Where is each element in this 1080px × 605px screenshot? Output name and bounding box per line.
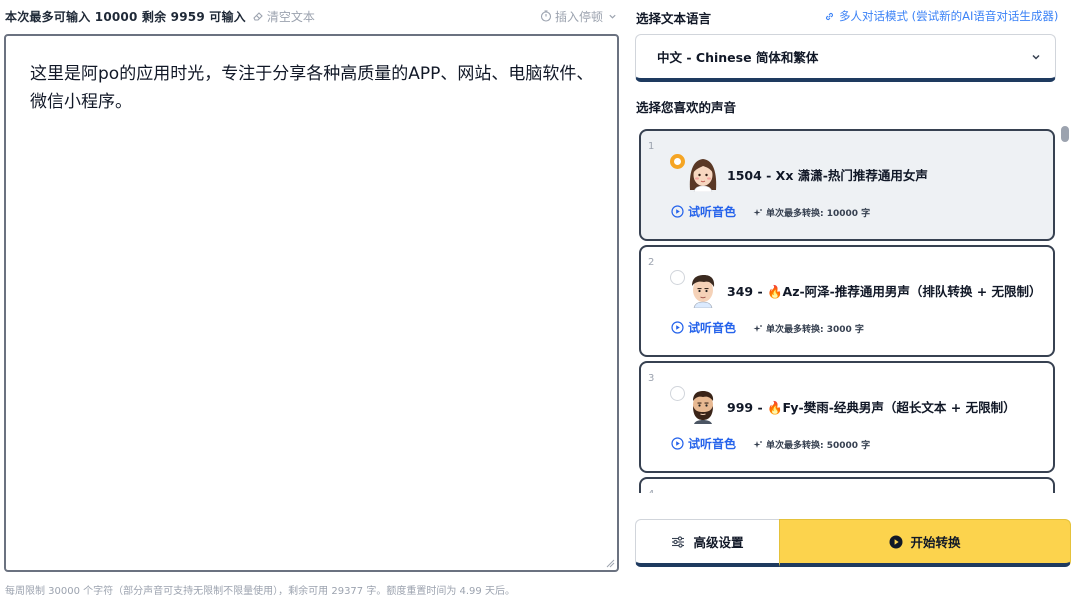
voice-name: 349 - 🔥Az-阿泽-推荐通用男声（排队转换 + 无限制）: [727, 284, 1042, 299]
voice-card[interactable]: 4: [639, 477, 1055, 493]
text-input-area[interactable]: 这里是阿po的应用时光，专注于分享各种高质量的APP、网站、电脑软件、微信小程序…: [4, 34, 619, 572]
max-conversion-info: 单次最多转换: 3000 字: [753, 322, 864, 335]
play-circle-icon: [889, 535, 903, 548]
resize-handle-icon[interactable]: [605, 558, 615, 568]
preview-voice-button[interactable]: 试听音色: [671, 203, 736, 220]
max-conversion-text: 单次最多转换: 3000 字: [766, 325, 864, 335]
sparkle-icon: [753, 208, 762, 216]
language-selected-value: 中文 - Chinese 简体和繁体: [657, 50, 819, 65]
voice-radio[interactable]: [670, 386, 685, 401]
voice-index: 2: [648, 257, 655, 268]
timer-icon: [540, 10, 552, 22]
voice-card[interactable]: 2 349 - 🔥Az-阿泽-推荐通用男声（排队转换 + 无限制） 试听音色 单…: [639, 245, 1055, 357]
sliders-icon: [672, 535, 685, 548]
start-conversion-label: 开始转换: [910, 535, 961, 550]
chevron-down-icon: [1032, 54, 1040, 60]
preview-voice-label: 试听音色: [688, 437, 737, 451]
preview-voice-label: 试听音色: [688, 205, 737, 219]
voice-index: 1: [648, 141, 655, 152]
char-limit-text: 本次最多可输入 10000 剩余 9959 可输入: [5, 9, 246, 24]
max-conversion-text: 单次最多转换: 10000 字: [766, 209, 871, 219]
input-text[interactable]: 这里是阿po的应用时光，专注于分享各种高质量的APP、网站、电脑软件、微信小程序…: [30, 60, 600, 116]
play-circle-icon: [671, 321, 684, 334]
voice-name: 999 - 🔥Fy-樊雨-经典男声（超长文本 + 无限制）: [727, 400, 1016, 415]
voice-card[interactable]: 3 999 - 🔥Fy-樊雨-经典男声（超长文本 + 无限制） 试听音色 单次最…: [639, 361, 1055, 473]
voice-list[interactable]: 1 1504 - Xx 潇潇-热门推荐通用女声 试听音色 单次最多转换: 100…: [636, 124, 1072, 493]
language-select[interactable]: 中文 - Chinese 简体和繁体: [635, 34, 1056, 82]
chevron-down-icon: [609, 14, 616, 19]
insert-pause-dropdown[interactable]: 插入停顿: [540, 8, 617, 25]
link-icon: [825, 12, 834, 20]
play-circle-icon: [671, 437, 684, 450]
voice-index: 4: [648, 489, 654, 493]
bearded-male-avatar-icon: [693, 391, 714, 424]
advanced-settings-button[interactable]: 高级设置: [635, 519, 780, 567]
preview-voice-label: 试听音色: [688, 321, 737, 335]
advanced-settings-label: 高级设置: [693, 535, 744, 550]
voice-list-scrollbar[interactable]: [1061, 126, 1069, 142]
eraser-icon: [253, 12, 263, 21]
input-header: 本次最多可输入 10000 剩余 9959 可输入 清空文本 插入停顿: [5, 6, 617, 26]
preview-voice-button[interactable]: 试听音色: [671, 435, 736, 452]
voice-name: 1504 - Xx 潇潇-热门推荐通用女声: [727, 168, 928, 183]
sparkle-icon: [753, 324, 762, 332]
play-circle-icon: [671, 205, 684, 218]
male-avatar-icon: [692, 275, 715, 308]
multi-speaker-label: 多人对话模式 (尝试新的AI语音对话生成器): [839, 9, 1059, 23]
quota-footnote: 每周限制 30000 个字符（部分声音可支持无限制不限量使用），剩余可用 293…: [5, 586, 515, 597]
clear-text-button[interactable]: 清空文本: [252, 8, 315, 25]
voice-radio[interactable]: [670, 270, 685, 285]
start-conversion-button[interactable]: 开始转换: [779, 519, 1071, 567]
voice-title: 选择您喜欢的声音: [636, 100, 737, 115]
preview-voice-button[interactable]: 试听音色: [671, 319, 736, 336]
max-conversion-info: 单次最多转换: 10000 字: [753, 206, 870, 219]
multi-speaker-link[interactable]: 多人对话模式 (尝试新的AI语音对话生成器): [824, 8, 1058, 24]
language-title: 选择文本语言: [636, 11, 712, 26]
clear-text-label: 清空文本: [266, 9, 315, 24]
sparkle-icon: [753, 440, 762, 448]
max-conversion-info: 单次最多转换: 50000 字: [753, 438, 870, 451]
insert-pause-label: 插入停顿: [554, 9, 603, 24]
female-avatar-icon: [689, 159, 717, 192]
voice-radio[interactable]: [670, 154, 685, 169]
voice-card[interactable]: 1 1504 - Xx 潇潇-热门推荐通用女声 试听音色 单次最多转换: 100…: [639, 129, 1055, 241]
voice-index: 3: [648, 373, 655, 384]
max-conversion-text: 单次最多转换: 50000 字: [766, 441, 871, 451]
